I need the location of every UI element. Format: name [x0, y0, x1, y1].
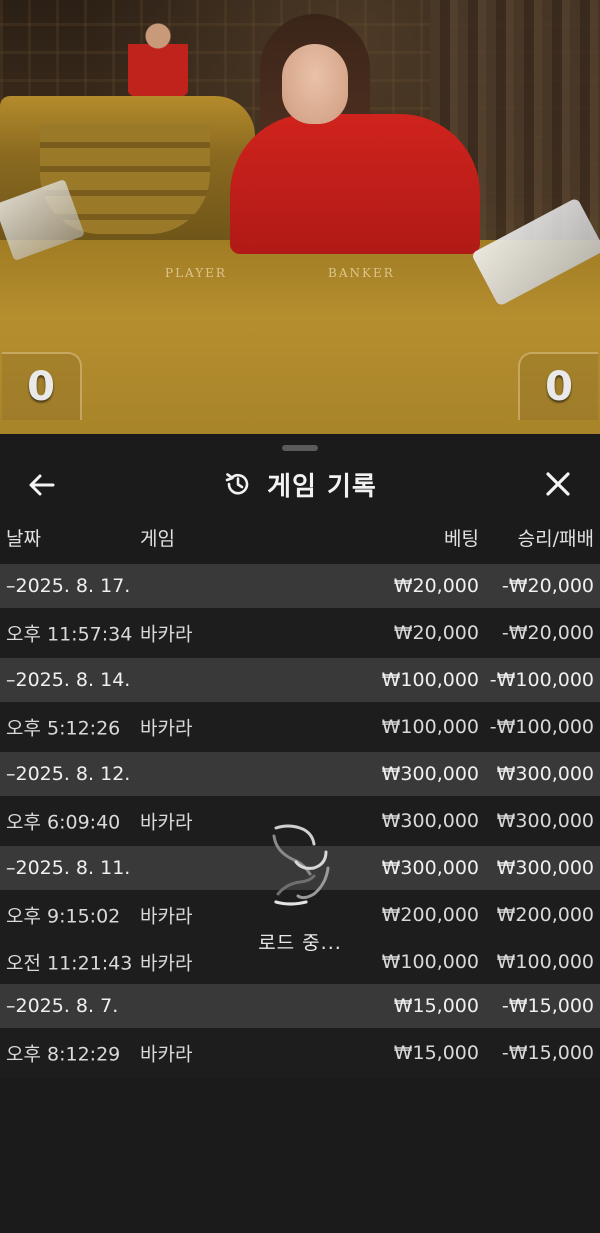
- group-bet-total: ₩300,000: [381, 763, 479, 785]
- history-column-headers: 날짜 게임 베팅 승리/패배: [0, 524, 600, 564]
- date-group-header: –2025. 8. 7. ₩15,000 -₩15,000: [0, 984, 600, 1028]
- group-bet-total: ₩300,000: [381, 857, 479, 879]
- group-date: –2025. 8. 7.: [6, 995, 119, 1017]
- column-header-date: 날짜: [6, 528, 41, 550]
- row-game: 바카라: [140, 623, 193, 646]
- date-group-header: –2025. 8. 12. ₩300,000 ₩300,000: [0, 752, 600, 796]
- history-row[interactable]: 오후 8:12:29 바카라 ₩15,000 -₩15,000: [0, 1028, 600, 1078]
- row-bet: ₩300,000: [381, 810, 479, 832]
- close-x-icon: [546, 472, 570, 496]
- sheet-title-group: 게임 기록: [0, 456, 600, 512]
- row-time: 오후 8:12:29: [6, 1043, 121, 1066]
- group-result-total: -₩20,000: [501, 575, 594, 597]
- date-group-header: –2025. 8. 17. ₩20,000 -₩20,000: [0, 564, 600, 608]
- group-bet-total: ₩20,000: [393, 575, 479, 597]
- history-row[interactable]: 오후 11:57:34 바카라 ₩20,000 -₩20,000: [0, 608, 600, 658]
- group-result-total: ₩300,000: [496, 763, 594, 785]
- group-result-total: -₩15,000: [501, 995, 594, 1017]
- row-result: -₩15,000: [501, 1042, 594, 1064]
- close-button[interactable]: [542, 470, 574, 500]
- loading-text: 로드 중...: [258, 932, 342, 954]
- banker-score: 0: [518, 352, 598, 420]
- group-result-total: -₩100,000: [489, 669, 594, 691]
- row-time: 오전 11:21:43: [6, 952, 133, 975]
- row-bet: ₩200,000: [381, 904, 479, 926]
- group-bet-total: ₩100,000: [381, 669, 479, 691]
- row-game: 바카라: [140, 905, 193, 928]
- row-result: ₩100,000: [496, 951, 594, 973]
- row-game: 바카라: [140, 811, 193, 834]
- row-game: 바카라: [140, 1043, 193, 1066]
- row-game: 바카라: [140, 952, 193, 975]
- history-list: –2025. 8. 17. ₩20,000 -₩20,000 오후 11:57:…: [0, 564, 600, 1078]
- group-date: –2025. 8. 17.: [6, 575, 131, 597]
- column-header-bet: 베팅: [444, 528, 479, 550]
- row-time: 오후 5:12:26: [6, 717, 121, 740]
- column-header-result: 승리/패배: [517, 528, 594, 550]
- live-video-stream: PLAYER BANKER 0 0: [0, 0, 600, 434]
- history-row[interactable]: 오후 5:12:26 바카라 ₩100,000 -₩100,000: [0, 702, 600, 752]
- row-result: ₩300,000: [496, 810, 594, 832]
- row-result: -₩100,000: [489, 716, 594, 738]
- row-bet: ₩100,000: [381, 951, 479, 973]
- sheet-drag-handle[interactable]: [282, 445, 318, 451]
- row-time: 오후 6:09:40: [6, 811, 121, 834]
- date-group-header: –2025. 8. 14. ₩100,000 -₩100,000: [0, 658, 600, 702]
- group-bet-total: ₩15,000: [393, 995, 479, 1017]
- banker-felt-label: BANKER: [328, 266, 395, 280]
- group-date: –2025. 8. 11.: [6, 857, 131, 879]
- dealer: [230, 14, 480, 254]
- group-result-total: ₩300,000: [496, 857, 594, 879]
- row-time: 오후 11:57:34: [6, 623, 133, 646]
- row-result: -₩20,000: [501, 622, 594, 644]
- row-bet: ₩20,000: [393, 622, 479, 644]
- group-date: –2025. 8. 12.: [6, 763, 131, 785]
- spinner-icon: [272, 824, 330, 906]
- player-felt-label: PLAYER: [165, 266, 227, 280]
- loading-indicator: 로드 중...: [250, 822, 350, 962]
- row-bet: ₩100,000: [381, 716, 479, 738]
- row-time: 오후 9:15:02: [6, 905, 121, 928]
- player-score: 0: [2, 352, 82, 420]
- row-result: ₩200,000: [496, 904, 594, 926]
- group-date: –2025. 8. 14.: [6, 669, 131, 691]
- history-clock-icon: [225, 473, 249, 495]
- background-dealer: [128, 16, 188, 96]
- arrow-left-icon: [29, 474, 55, 496]
- sheet-title: 게임 기록: [267, 471, 377, 502]
- column-header-game: 게임: [140, 528, 175, 550]
- row-bet: ₩15,000: [393, 1042, 479, 1064]
- row-game: 바카라: [140, 717, 193, 740]
- back-button[interactable]: [26, 470, 58, 500]
- sheet-header: 게임 기록: [0, 456, 600, 512]
